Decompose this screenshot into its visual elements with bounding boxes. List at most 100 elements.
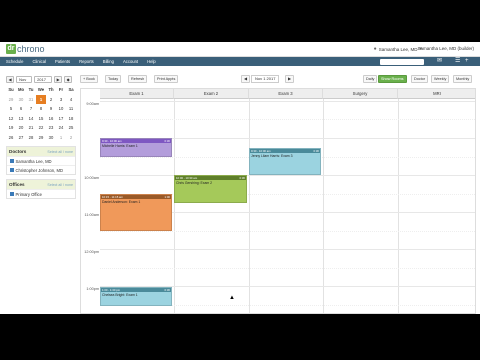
day-cell[interactable]: 5 — [6, 104, 16, 114]
print-appts-button[interactable]: Print Appts — [154, 75, 179, 83]
prev-day-button[interactable]: ◀ — [241, 75, 250, 83]
column-header-exam-2: Exam 2 — [174, 89, 249, 99]
appointment-patient: Jenny Lilam Harris: Exam 3 — [251, 153, 293, 158]
checkbox-icon[interactable] — [10, 168, 14, 172]
time-label: 1:00pm — [86, 287, 99, 291]
prev-month-button[interactable]: ◀ — [6, 75, 15, 83]
day-cell[interactable]: 11 — [66, 104, 76, 114]
nav-patients[interactable]: Patients — [55, 59, 70, 64]
day-cell[interactable]: 19 — [6, 123, 16, 133]
provider-menu[interactable]: Samantha Lee, MD (builder) — [417, 46, 474, 51]
day-cell[interactable]: 22 — [36, 123, 46, 133]
weekday-label: Tu — [28, 87, 34, 93]
week-row: 29 30 31 1 2 3 4 — [6, 94, 76, 105]
room-schedule-grid: Exam 1 Exam 2 Exam 3 Surgery MRI 9:00am … — [80, 88, 476, 314]
nav-billing[interactable]: Billing — [103, 59, 114, 64]
column-divider — [174, 99, 175, 313]
nav-clinical[interactable]: Clinical — [32, 59, 46, 64]
day-cell[interactable]: 3 — [56, 95, 66, 105]
view-show-rooms-button[interactable]: Show Rooms — [378, 75, 407, 83]
mail-icon[interactable]: ✉ — [437, 58, 442, 65]
next-month-button[interactable]: ▶ — [54, 75, 63, 83]
add-icon[interactable]: + — [465, 58, 469, 65]
day-cell[interactable]: 13 — [16, 114, 26, 124]
day-cell[interactable]: 23 — [46, 123, 56, 133]
user-menu[interactable]: ● Samantha Lee, MD ▾ — [374, 46, 422, 52]
day-cell-today[interactable]: 1 — [36, 94, 46, 104]
checkbox-icon[interactable] — [10, 159, 14, 163]
day-cell[interactable]: 6 — [16, 104, 26, 114]
refresh-button[interactable]: Refresh — [128, 75, 148, 83]
day-cell[interactable]: 18 — [66, 114, 76, 124]
day-cell[interactable]: 31 — [26, 95, 36, 105]
day-cell[interactable]: 29 — [36, 133, 46, 143]
current-date[interactable]: Nov 1 2017 — [251, 75, 280, 83]
column-header-exam-1: Exam 1 — [100, 89, 174, 99]
day-cell[interactable]: 20 — [16, 123, 26, 133]
day-cell[interactable]: 14 — [26, 114, 36, 124]
day-cell[interactable]: 15 — [36, 114, 46, 124]
day-cell[interactable]: 16 — [46, 114, 56, 124]
offices-panel-header: Offices Select all / none — [7, 180, 75, 189]
day-cell[interactable]: 9 — [46, 104, 56, 114]
office-item[interactable]: Primary Office — [7, 189, 75, 198]
app-logo[interactable]: dr chrono — [6, 44, 45, 54]
column-divider — [323, 99, 324, 313]
view-monthly-button[interactable]: Monthly — [453, 75, 473, 83]
day-cell[interactable]: 24 — [56, 123, 66, 133]
nav-reports[interactable]: Reports — [79, 59, 94, 64]
day-cell[interactable]: 2 — [66, 133, 76, 143]
appointment-block[interactable]: 9:30 - 10:00 am 0:30 Michelle Harris: Ex… — [100, 138, 172, 157]
time-label: 9:00am — [86, 102, 99, 106]
day-cell[interactable]: 25 — [66, 123, 76, 133]
book-button[interactable]: + Book — [80, 75, 98, 83]
view-weekly-button[interactable]: Weekly — [431, 75, 450, 83]
day-cell[interactable]: 7 — [26, 104, 36, 114]
next-day-button[interactable]: ▶ — [285, 75, 294, 83]
day-cell[interactable]: 1 — [56, 133, 66, 143]
column-header-surgery: Surgery — [323, 89, 398, 99]
day-cell[interactable]: 30 — [16, 95, 26, 105]
menu-icon[interactable]: ☰ — [455, 58, 460, 65]
half-hour-line — [100, 268, 475, 269]
time-label: 10:00am — [84, 176, 99, 180]
mini-calendar-header: ◀ Nov 2017 ▶ ◆ — [6, 75, 76, 83]
day-cell[interactable]: 28 — [26, 133, 36, 143]
day-cell[interactable]: 8 — [36, 104, 46, 114]
year-select[interactable]: 2017 — [34, 75, 53, 83]
appointment-time: 1:00 - 1:30 pm — [102, 288, 121, 292]
appointment-block[interactable]: 9:30 - 10:00 am 0:30 Jenny Lilam Harris:… — [249, 148, 321, 175]
view-daily-button[interactable]: Daily — [363, 75, 378, 83]
day-cell[interactable]: 30 — [46, 133, 56, 143]
nav-help[interactable]: Help — [147, 59, 156, 64]
day-cell[interactable]: 17 — [56, 114, 66, 124]
month-select[interactable]: Nov — [16, 75, 33, 83]
day-cell[interactable]: 26 — [6, 133, 16, 143]
today-button[interactable]: ◆ — [64, 75, 73, 83]
offices-panel: Offices Select all / none Primary Office — [6, 179, 76, 199]
day-cell[interactable]: 10 — [56, 104, 66, 114]
offices-select-links[interactable]: Select all / none — [47, 183, 73, 187]
appointment-block[interactable]: 1:00 - 1:30 pm 0:30 Chelsea Bright: Exam… — [100, 287, 172, 306]
doctor-item[interactable]: Christopher Johnson, MD — [7, 165, 75, 174]
weekday-label: Sa — [68, 87, 74, 93]
doctor-item[interactable]: Samantha Lee, MD — [7, 156, 75, 165]
today-view-button[interactable]: Today — [105, 75, 122, 83]
nav-account[interactable]: Account — [123, 59, 138, 64]
appointment-patient: Chelsea Bright: Exam 1 — [102, 292, 138, 297]
appointment-block[interactable]: 10:00 - 10:30 am 0:30 Chris Gershing: Ex… — [174, 175, 247, 203]
day-cell[interactable]: 27 — [16, 133, 26, 143]
day-cell[interactable]: 21 — [26, 123, 36, 133]
column-divider — [398, 99, 399, 313]
view-doctor-button[interactable]: Doctor — [411, 75, 429, 83]
appointment-patient: Michelle Harris: Exam 1 — [102, 143, 138, 148]
doctors-select-links[interactable]: Select all / none — [47, 150, 73, 154]
day-cell[interactable]: 29 — [6, 95, 16, 105]
day-cell[interactable]: 12 — [6, 114, 16, 124]
day-cell[interactable]: 4 — [66, 95, 76, 105]
day-cell[interactable]: 2 — [46, 95, 56, 105]
search-input[interactable] — [380, 58, 424, 65]
checkbox-icon[interactable] — [10, 192, 14, 196]
appointment-block[interactable]: 10:15 - 11:15 am 1:00 Daniel Anderson: E… — [100, 194, 172, 231]
nav-schedule[interactable]: Schedule — [6, 59, 23, 64]
